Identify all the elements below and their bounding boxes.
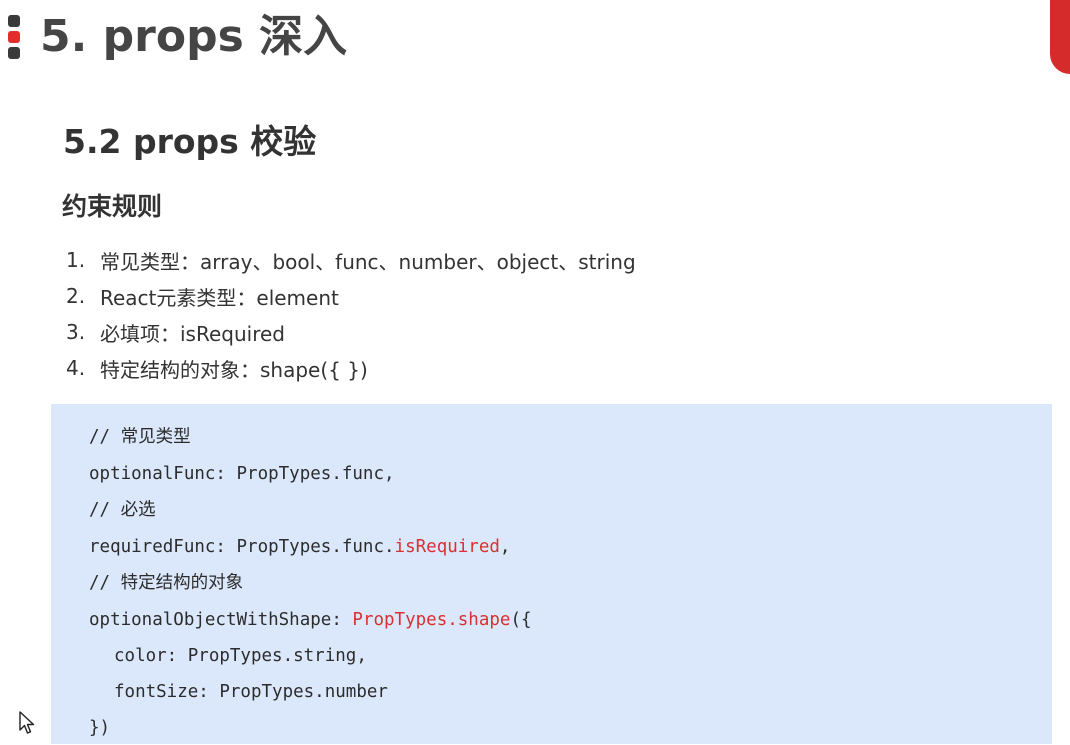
code-block: // 常见类型 optionalFunc: PropTypes.func, //… (51, 404, 1052, 744)
code-line-color-prop: color: PropTypes.string, (114, 646, 367, 666)
code-line-closing: }) (89, 718, 111, 738)
code-comment-required: // 必选 (89, 500, 156, 520)
code-keyword-proptypes-shape: PropTypes.shape (352, 610, 511, 630)
code-line-required-func: requiredFunc: PropTypes.func.isRequired, (89, 530, 510, 564)
rule-text: 常见类型：array、bool、func、number、object、strin… (100, 249, 636, 274)
rule-item-4: 4. 特定结构的对象：shape({ }) (66, 350, 636, 386)
rule-text: 特定结构的对象：shape({ }) (100, 357, 368, 382)
marker-block-bottom (8, 47, 20, 59)
code-text: optionalObjectWithShape: (89, 610, 353, 630)
rule-number: 2. (66, 284, 86, 308)
subsection-title: 约束规则 (62, 192, 163, 221)
corner-accent-tab (1050, 0, 1070, 74)
rule-number: 3. (66, 320, 86, 344)
rule-list: 1. 常见类型：array、bool、func、number、object、st… (66, 242, 636, 386)
rule-number: 1. (66, 248, 86, 272)
rule-item-3: 3. 必填项：isRequired (66, 314, 636, 350)
code-line-optional-shape: optionalObjectWithShape: PropTypes.shape… (89, 603, 532, 637)
rule-text: React元素类型：element (100, 285, 339, 310)
code-keyword-is-required: isRequired (394, 537, 500, 557)
rule-item-1: 1. 常见类型：array、bool、func、number、object、st… (66, 242, 636, 278)
section-title: 5.2 props 校验 (63, 122, 317, 161)
marker-block-middle (8, 31, 20, 43)
code-line-font-size-prop: fontSize: PropTypes.number (114, 682, 388, 702)
code-text: requiredFunc: PropTypes.func. (89, 537, 395, 557)
code-text: , (499, 537, 511, 557)
slide-marker-icon (8, 15, 21, 63)
page-title: 5. props 深入 (40, 11, 348, 62)
code-line-optional-func: optionalFunc: PropTypes.func, (89, 464, 395, 484)
code-text: ({ (510, 610, 532, 630)
code-comment-common-types: // 常见类型 (89, 427, 191, 447)
mouse-pointer-icon (19, 711, 35, 734)
rule-text: 必填项：isRequired (100, 321, 285, 346)
rule-item-2: 2. React元素类型：element (66, 278, 636, 314)
rule-number: 4. (66, 356, 86, 380)
code-comment-shape: // 特定结构的对象 (89, 573, 244, 593)
marker-block-top (8, 15, 20, 27)
